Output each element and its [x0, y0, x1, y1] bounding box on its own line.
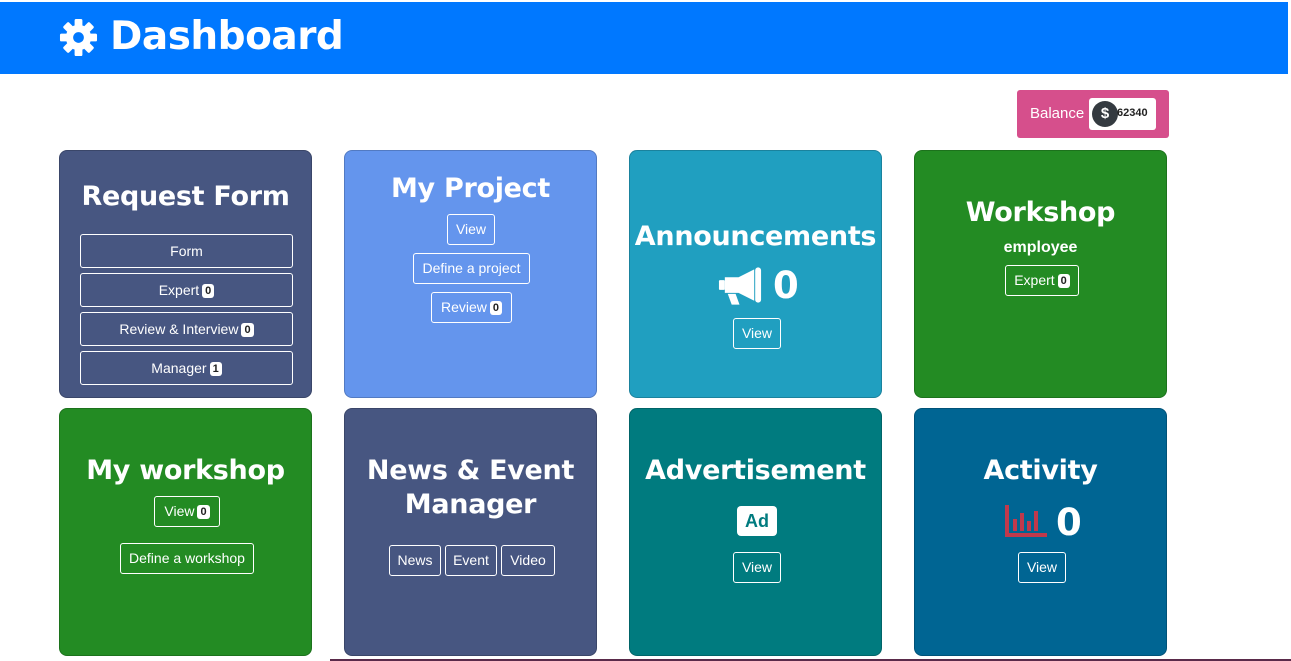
bar-chart-icon: [1005, 505, 1047, 537]
balance-value-box: $ 62340: [1089, 98, 1156, 130]
balance-amount: 62340: [1117, 107, 1148, 119]
card-title: My workshop: [86, 455, 285, 486]
manager-button[interactable]: Manager 1: [80, 351, 293, 385]
balance-badge: Balance $ 62340: [1017, 90, 1169, 138]
count-badge: 0: [241, 323, 254, 337]
event-button[interactable]: Event: [445, 545, 497, 576]
expert-button[interactable]: Expert 0: [80, 273, 293, 307]
request-form-card: Request Form Form Expert 0 Review & Inter…: [59, 150, 312, 398]
count-badge: 0: [489, 301, 503, 315]
view-button[interactable]: View: [733, 318, 781, 349]
announcement-count: 0: [773, 264, 799, 307]
card-title: Advertisement: [645, 455, 866, 486]
my-project-card: My Project View Define a project Review 0: [344, 150, 597, 398]
my-workshop-card: My workshop View 0 Define a workshop: [59, 408, 312, 656]
count-badge: 0: [1057, 274, 1070, 288]
define-workshop-button[interactable]: Define a workshop: [120, 543, 254, 574]
advertisement-card: Advertisement Ad View: [629, 408, 882, 656]
card-title-line-2: Manager: [404, 489, 537, 520]
view-button[interactable]: View 0: [154, 496, 220, 527]
card-title: Activity: [983, 455, 1098, 486]
top-header: Dashboard: [0, 2, 1288, 74]
view-button[interactable]: View: [1018, 552, 1066, 583]
define-project-button[interactable]: Define a project: [413, 253, 530, 284]
dollar-icon: $: [1092, 101, 1118, 127]
view-button[interactable]: View: [733, 552, 781, 583]
card-title: Request Form: [81, 181, 290, 212]
news-button[interactable]: News: [389, 545, 441, 576]
ad-icon: Ad: [737, 506, 777, 536]
count-badge: 0: [197, 505, 210, 519]
news-event-manager-card: News & Event Manager News Event Video: [344, 408, 597, 656]
activity-count: 0: [1056, 501, 1082, 544]
card-title: Announcements: [634, 221, 877, 252]
card-title: Workshop: [965, 197, 1116, 228]
card-title-line-1: News & Event: [366, 455, 575, 486]
form-button[interactable]: Form: [80, 234, 293, 268]
announcements-card: Announcements 0 View: [629, 150, 882, 398]
video-button[interactable]: Video: [501, 545, 555, 576]
card-title: My Project: [390, 173, 550, 204]
review-interview-button[interactable]: Review & Interview 0: [80, 312, 293, 346]
workshop-card: Workshop employee Expert 0: [914, 150, 1167, 398]
workshop-subtitle: employee: [1003, 239, 1078, 256]
review-button[interactable]: Review 0: [431, 292, 512, 323]
activity-card: Activity 0 View: [914, 408, 1167, 656]
megaphone-icon: [718, 267, 762, 305]
view-button[interactable]: View: [447, 214, 495, 245]
gear-icon: [59, 18, 98, 57]
count-badge: 0: [202, 284, 215, 298]
expert-button[interactable]: Expert 0: [1005, 265, 1079, 296]
page-title: Dashboard: [110, 14, 344, 59]
count-badge: 1: [209, 362, 222, 376]
balance-label: Balance: [1030, 105, 1085, 122]
